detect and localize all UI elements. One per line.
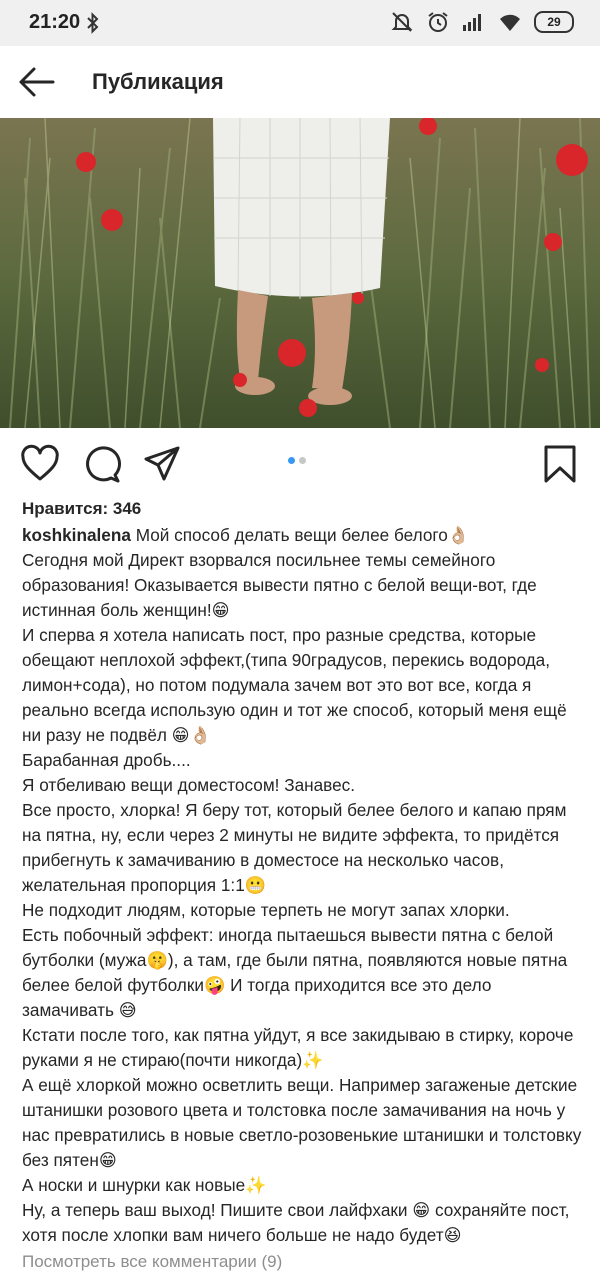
heart-icon[interactable] [20, 444, 60, 484]
caption-line: Кстати после того, как пятна уйдут, я вс… [22, 1025, 574, 1070]
view-all-comments-link[interactable]: Посмотреть все комментарии (9) [22, 1252, 282, 1272]
caption-first-line: koshkinalena Мой способ делать вещи беле… [22, 523, 582, 548]
bluetooth-icon [87, 12, 99, 34]
status-time: 21:20 [29, 11, 81, 33]
carousel-dot [299, 457, 306, 464]
carousel-dot-active [288, 457, 295, 464]
share-icon[interactable] [142, 444, 182, 484]
caption-line: А носки и шнурки как новые✨ [22, 1175, 267, 1195]
mute-icon [391, 12, 413, 32]
bookmark-icon[interactable] [540, 444, 580, 484]
status-bar: 21:20 29 [0, 0, 600, 46]
page-title: Публикация [92, 69, 224, 94]
caption-line: Сегодня мой Директ взорвался посильнее т… [22, 550, 537, 620]
caption-line: Не подходит людям, которые терпеть не мо… [22, 900, 510, 920]
likes-count[interactable]: Нравится: 346 [22, 499, 141, 519]
photo-illustration [0, 118, 600, 428]
app-header: Публикация [0, 46, 600, 118]
alarm-icon [428, 12, 448, 32]
back-arrow-icon[interactable] [16, 64, 56, 100]
post-caption: koshkinalena Мой способ делать вещи беле… [22, 523, 582, 1248]
comment-icon[interactable] [82, 444, 122, 484]
post-photo[interactable] [0, 118, 600, 428]
caption-text: Мой способ делать вещи белее белого👌🏼 [135, 525, 470, 545]
caption-line: Барабанная дробь.... [22, 750, 191, 770]
status-icons: 29 [390, 10, 574, 34]
post-actions [0, 440, 600, 488]
caption-line: Ну, а теперь ваш выход! Пишите свои лайф… [22, 1200, 570, 1245]
caption-username[interactable]: koshkinalena [22, 525, 131, 545]
battery-indicator: 29 [534, 11, 574, 33]
carousel-indicator [288, 457, 306, 464]
caption-line: И сперва я хотела написать пост, про раз… [22, 625, 567, 745]
wifi-icon [500, 14, 520, 31]
caption-line: Я отбеливаю вещи доместосом! Занавес. [22, 775, 356, 795]
caption-line: Все просто, хлорка! Я беру тот, который … [22, 800, 567, 895]
signal-icon [463, 14, 481, 31]
caption-line: Есть побочный эффект: иногда пытаешься в… [22, 925, 568, 1020]
caption-line: А ещё хлоркой можно осветлить вещи. Напр… [22, 1075, 582, 1170]
